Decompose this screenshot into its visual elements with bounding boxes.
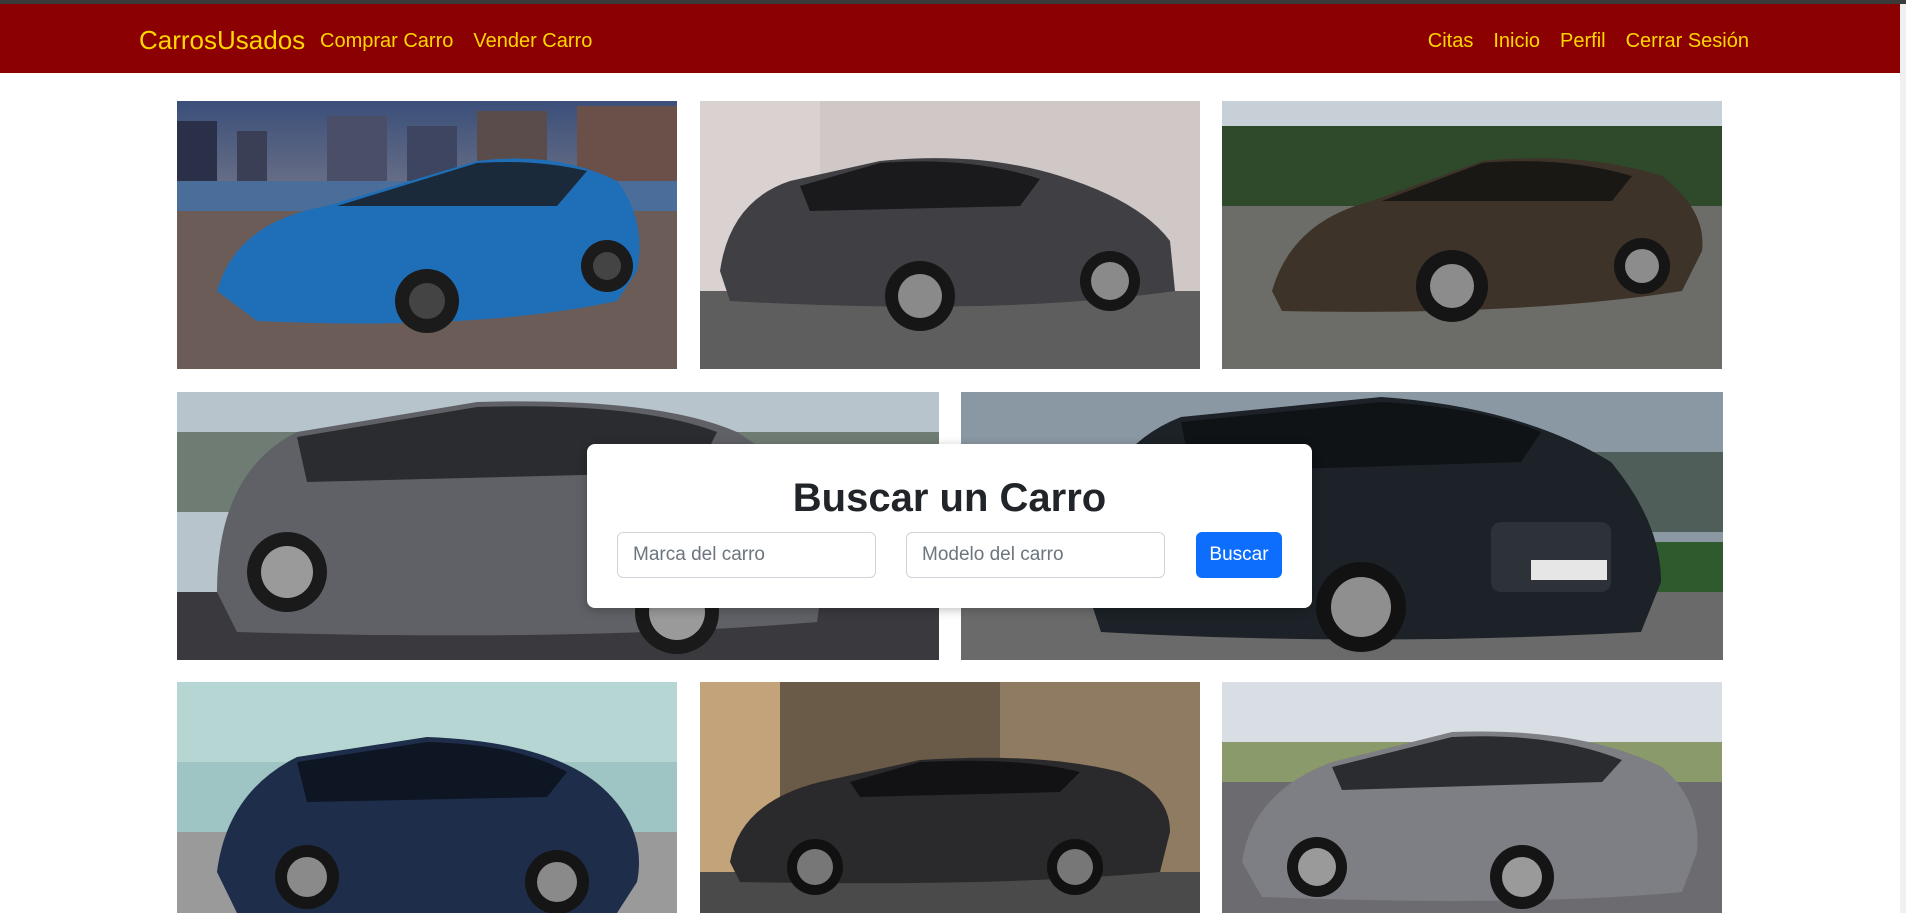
car-photo-3[interactable] <box>1222 101 1722 369</box>
nav-link-vender-carro[interactable]: Vender Carro <box>473 28 592 54</box>
navbar: CarrosUsados Comprar Carro Vender Carro … <box>0 4 1900 73</box>
page-scrollbar[interactable] <box>1900 4 1906 913</box>
car-photo-6[interactable] <box>177 682 677 913</box>
search-button[interactable]: Buscar <box>1196 532 1282 578</box>
car-photo-2[interactable] <box>700 101 1200 369</box>
car-photo-1[interactable] <box>177 101 677 369</box>
car-photo-2-image <box>700 101 1200 369</box>
car-photo-7-image <box>700 682 1200 913</box>
car-brand-input[interactable] <box>617 532 876 578</box>
nav-link-inicio[interactable]: Inicio <box>1493 28 1540 54</box>
nav-link-comprar-carro[interactable]: Comprar Carro <box>320 28 453 54</box>
car-photo-6-image <box>177 682 677 913</box>
car-photo-8[interactable] <box>1222 682 1722 913</box>
nav-left-links: Comprar Carro Vender Carro <box>320 28 592 54</box>
car-photo-7[interactable] <box>700 682 1200 913</box>
nav-right-links: Citas Inicio Perfil Cerrar Sesión <box>1428 28 1749 54</box>
car-photo-1-image <box>177 101 677 369</box>
nav-link-citas[interactable]: Citas <box>1428 28 1474 54</box>
car-photo-3-image <box>1222 101 1722 369</box>
nav-link-cerrar-sesion[interactable]: Cerrar Sesión <box>1626 28 1749 54</box>
brand-link[interactable]: CarrosUsados <box>139 24 305 56</box>
nav-link-perfil[interactable]: Perfil <box>1560 28 1606 54</box>
car-model-input[interactable] <box>906 532 1165 578</box>
car-photo-8-image <box>1222 682 1722 913</box>
search-card: Buscar un Carro Buscar <box>587 444 1312 608</box>
search-title: Buscar un Carro <box>792 476 1107 520</box>
